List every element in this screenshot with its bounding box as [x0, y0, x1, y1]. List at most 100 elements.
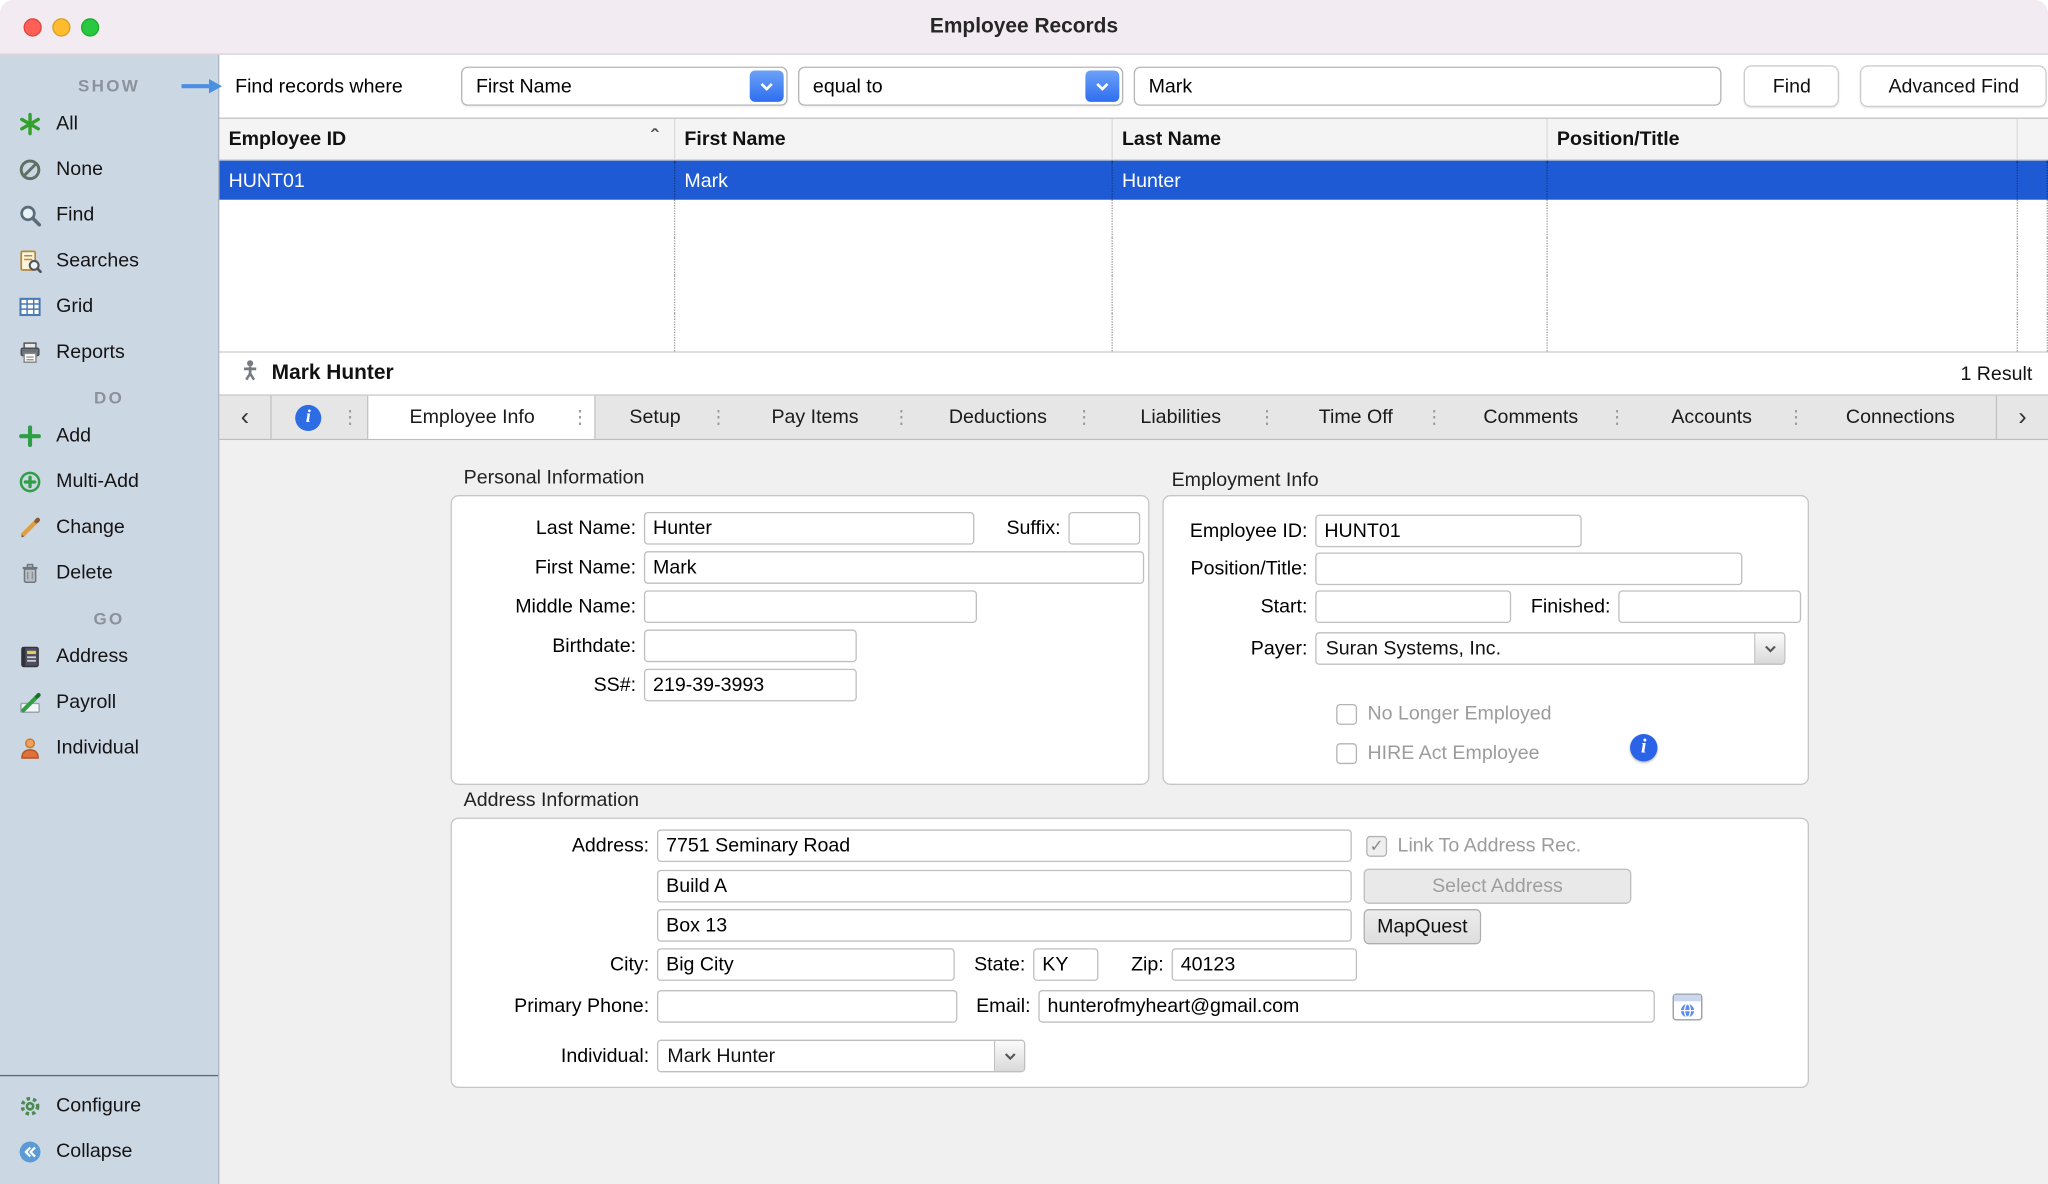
tab-grip-handle[interactable]: ⋮ — [341, 406, 357, 428]
sidebar-item-payroll[interactable]: Payroll — [0, 679, 218, 725]
sidebar-item-collapse[interactable]: Collapse — [0, 1128, 218, 1174]
sidebar-item-reports[interactable]: Reports — [0, 329, 218, 375]
tab-liabilities[interactable]: Liabilities ⋮ — [1098, 396, 1281, 439]
suffix-label: Suffix: — [974, 517, 1068, 539]
zip-input[interactable] — [1172, 948, 1357, 981]
suffix-input[interactable] — [1068, 512, 1140, 545]
last-name-input[interactable] — [644, 512, 974, 545]
tab-info-segment[interactable]: i ⋮ — [272, 396, 367, 439]
tab-grip-handle[interactable]: ⋮ — [892, 406, 908, 428]
tab-grip-handle[interactable]: ⋮ — [571, 406, 587, 428]
table-row-selected[interactable]: HUNT01 Mark Hunter — [219, 161, 2048, 200]
birthdate-input[interactable] — [644, 630, 857, 663]
tab-deductions[interactable]: Deductions ⋮ — [916, 396, 1099, 439]
sidebar-item-add[interactable]: Add — [0, 413, 218, 459]
close-button[interactable] — [24, 18, 42, 36]
tab-grip-handle[interactable]: ⋮ — [1425, 406, 1441, 428]
chevron-down-icon — [994, 1041, 1024, 1071]
tab-connections[interactable]: Connections — [1810, 396, 1993, 439]
tabs-scroll-left-button[interactable]: ‹ — [219, 396, 271, 439]
sidebar-item-address[interactable]: Address — [0, 633, 218, 679]
pencil-icon — [17, 515, 42, 540]
column-header-first-name[interactable]: First Name — [675, 119, 1113, 159]
email-label: Email: — [957, 995, 1038, 1017]
employment-info-title: Employment Info — [1172, 469, 1319, 491]
tab-setup[interactable]: Setup ⋮ — [596, 396, 733, 439]
first-name-input[interactable] — [644, 551, 1144, 584]
saved-search-document-icon — [17, 248, 42, 273]
column-header-position-title[interactable]: Position/Title — [1548, 119, 2018, 159]
primary-phone-input[interactable] — [657, 990, 957, 1023]
pointer-arrow-icon — [180, 76, 224, 103]
column-header-filler — [2018, 119, 2048, 159]
minimize-button[interactable] — [52, 18, 70, 36]
tab-accounts[interactable]: Accounts ⋮ — [1631, 396, 1810, 439]
ssn-input[interactable] — [644, 669, 857, 702]
sidebar-item-configure[interactable]: Configure — [0, 1083, 218, 1129]
tab-grip-handle[interactable]: ⋮ — [1258, 406, 1274, 428]
sidebar-item-change[interactable]: Change — [0, 504, 218, 550]
tabs-scroll-right-button[interactable]: › — [1996, 396, 2048, 439]
sidebar-item-label: Delete — [56, 562, 113, 584]
middle-name-input[interactable] — [644, 590, 977, 623]
start-date-input[interactable] — [1315, 590, 1511, 623]
payer-select[interactable]: Suran Systems, Inc. — [1315, 632, 1785, 665]
mapquest-button[interactable]: MapQuest — [1364, 909, 1482, 944]
cell-last-name: Hunter — [1113, 161, 1548, 200]
column-header-employee-id[interactable]: Employee ID ˆ — [219, 119, 675, 159]
window-controls — [24, 18, 100, 36]
column-header-last-name[interactable]: Last Name — [1113, 119, 1548, 159]
finished-label: Finished: — [1511, 596, 1618, 618]
tab-pay-items[interactable]: Pay Items ⋮ — [733, 396, 916, 439]
results-table: Employee ID ˆ First Name Last Name Posit… — [219, 118, 2048, 353]
primary-phone-label: Primary Phone: — [458, 995, 657, 1017]
tab-employee-info[interactable]: Employee Info ⋮ — [367, 396, 596, 439]
sort-ascending-icon: ˆ — [651, 129, 658, 147]
advanced-find-button[interactable]: Advanced Find — [1860, 65, 2047, 107]
hire-act-info-icon[interactable]: i — [1630, 734, 1657, 761]
address-line1-input[interactable] — [657, 829, 1352, 862]
email-input[interactable] — [1038, 990, 1654, 1023]
tab-grip-handle[interactable]: ⋮ — [1787, 406, 1803, 428]
find-field-select[interactable]: First Name — [462, 67, 789, 106]
title-bar: Employee Records — [0, 0, 2048, 55]
zoom-button[interactable] — [81, 18, 99, 36]
find-button[interactable]: Find — [1744, 65, 1839, 107]
sidebar-item-searches[interactable]: Searches — [0, 238, 218, 284]
sidebar-item-grid[interactable]: Grid — [0, 283, 218, 329]
find-operator-value: equal to — [813, 75, 883, 97]
sidebar-item-none[interactable]: None — [0, 146, 218, 192]
find-operator-select[interactable]: equal to — [799, 67, 1124, 106]
sidebar-item-label: Reports — [56, 341, 125, 363]
address-line2-input[interactable] — [657, 870, 1352, 903]
table-row-empty — [219, 313, 2048, 351]
position-title-input[interactable] — [1315, 552, 1742, 585]
hire-act-label: HIRE Act Employee — [1368, 742, 1540, 764]
sidebar-item-label: Find — [56, 204, 94, 226]
state-input[interactable] — [1033, 948, 1098, 981]
employee-id-input[interactable] — [1315, 515, 1581, 548]
start-label: Start: — [1169, 596, 1315, 618]
sidebar-section-go: GO — [0, 609, 218, 629]
finished-date-input[interactable] — [1618, 590, 1801, 623]
tab-comments[interactable]: Comments ⋮ — [1448, 396, 1631, 439]
sidebar-item-all[interactable]: All — [0, 101, 218, 147]
address-line3-input[interactable] — [657, 909, 1352, 942]
sidebar-section-do: DO — [0, 388, 218, 408]
individual-select[interactable]: Mark Hunter — [657, 1040, 1025, 1073]
individual-value: Mark Hunter — [667, 1045, 775, 1067]
tab-grip-handle[interactable]: ⋮ — [1608, 406, 1624, 428]
tab-grip-handle[interactable]: ⋮ — [1075, 406, 1091, 428]
city-input[interactable] — [657, 948, 955, 981]
tab-grip-handle[interactable]: ⋮ — [709, 406, 725, 428]
info-icon[interactable]: i — [295, 404, 321, 430]
sidebar-item-label: Individual — [56, 737, 139, 759]
state-label: State: — [955, 953, 1033, 975]
sidebar-item-multi-add[interactable]: Multi-Add — [0, 458, 218, 504]
sidebar-item-individual[interactable]: Individual — [0, 725, 218, 771]
find-value-input[interactable] — [1134, 67, 1722, 106]
web-page-icon[interactable] — [1672, 991, 1703, 1022]
sidebar-item-delete[interactable]: Delete — [0, 550, 218, 596]
tab-time-off[interactable]: Time Off ⋮ — [1281, 396, 1448, 439]
sidebar-item-find[interactable]: Find — [0, 192, 218, 238]
